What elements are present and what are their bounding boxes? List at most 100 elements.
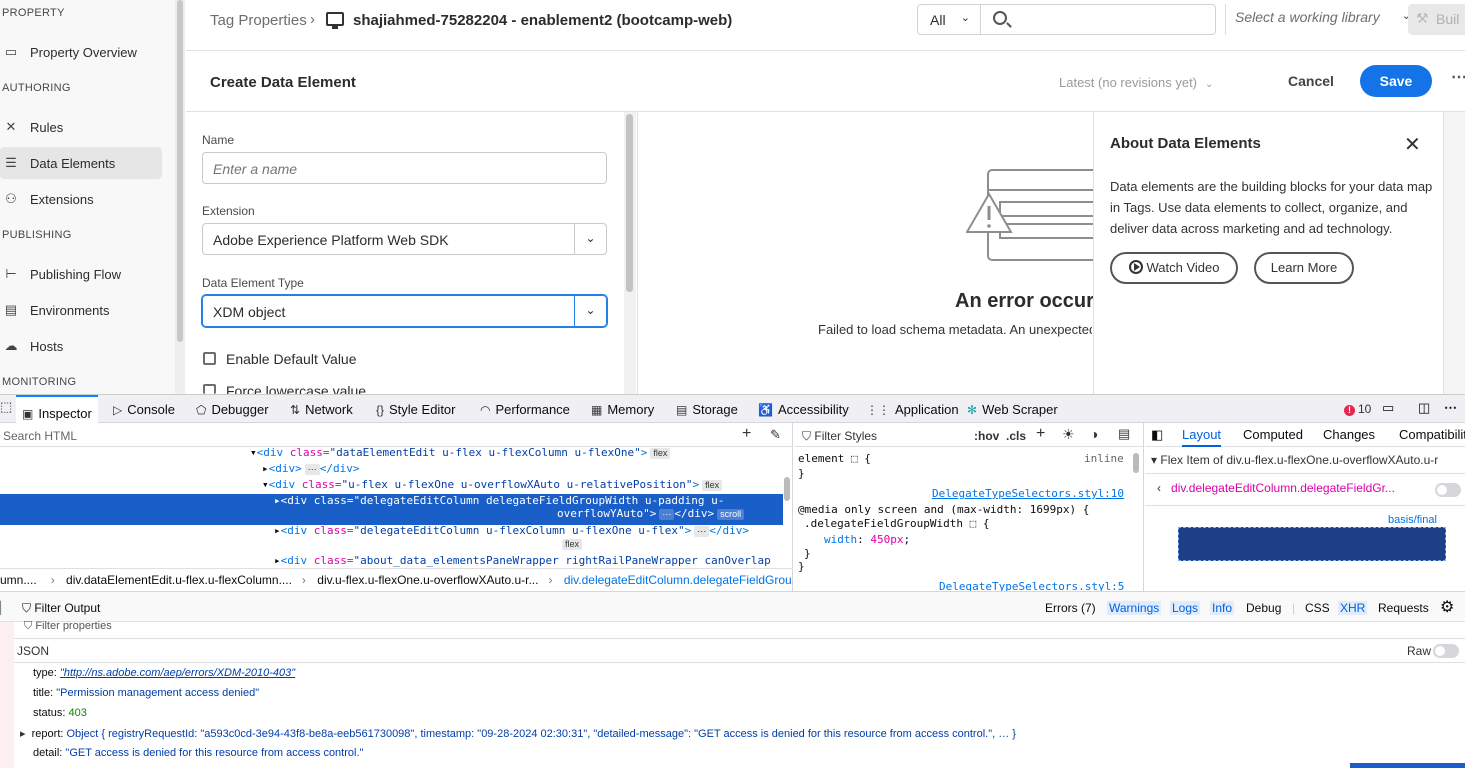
flex-badge[interactable]: flex — [562, 539, 583, 550]
collapsed-badge[interactable]: ⋯ — [304, 464, 320, 475]
json-row-type[interactable]: type: "http://ns.adobe.com/aep/errors/XD… — [33, 667, 295, 679]
scroll-badge[interactable]: scroll — [717, 509, 745, 520]
filter-output-input[interactable]: ⛉ Filter Output — [22, 601, 100, 616]
tab-accessibility[interactable]: ♿ Accessibility — [758, 402, 849, 417]
flex-badge[interactable]: flex — [702, 480, 723, 491]
form-scrollbar[interactable] — [624, 112, 636, 394]
tab-web-scraper[interactable]: ✻ Web Scraper — [967, 402, 1058, 417]
html-node[interactable]: ▸<div> ⋯ </div> — [0, 462, 783, 478]
tab-inspector[interactable]: ▣ Inspector — [16, 395, 98, 423]
filter-styles-input[interactable]: Filter Styles — [814, 429, 877, 443]
crumb-item[interactable]: umn.... — [0, 573, 37, 587]
crumb-item-selected[interactable]: div.delegateEditColumn.delegateFieldGrou… — [564, 573, 793, 587]
tab-storage[interactable]: ▤ Storage — [676, 402, 738, 417]
sidebar-toggle-icon[interactable]: ◧ — [1151, 427, 1163, 443]
stylesheet-link[interactable]: DelegateTypeSelectors.styl:10 — [932, 487, 1124, 500]
filter-logs[interactable]: Logs — [1170, 601, 1201, 615]
enable-default-checkbox[interactable] — [203, 352, 216, 365]
eyedropper-icon[interactable]: ✎ — [770, 427, 781, 443]
flex-item-header[interactable]: ▾ Flex Item of div.u-flex.u-flexOne.u-ov… — [1151, 453, 1438, 467]
html-node[interactable]: ▸<div class="about_data_elementsPaneWrap… — [0, 554, 783, 568]
expand-icon[interactable]: ▸ — [20, 728, 29, 740]
tab-changes[interactable]: Changes — [1323, 427, 1375, 442]
search-scope-select[interactable]: All ⌄ — [917, 4, 981, 35]
flex-item-selector[interactable]: ‹ div.delegateEditColumn.delegateFieldGr… — [1157, 481, 1395, 495]
learn-more-button[interactable]: Learn More — [1254, 252, 1354, 284]
extension-select[interactable]: Adobe Experience Platform Web SDK ⌄ — [202, 223, 607, 255]
json-tab[interactable]: JSON — [17, 644, 49, 658]
dark-theme-icon[interactable]: ◑ — [1090, 426, 1098, 442]
more-options-icon[interactable]: ⋯ — [1451, 67, 1465, 87]
html-node[interactable]: ▾<div class="u-flex u-flexOne u-overflow… — [0, 478, 783, 494]
json-row-status[interactable]: status: 403 — [33, 707, 87, 719]
breadcrumb-tag-properties[interactable]: Tag Properties — [210, 12, 307, 29]
print-icon[interactable]: ▤ — [1118, 426, 1130, 442]
save-button[interactable]: Save — [1360, 65, 1432, 97]
light-theme-icon[interactable]: ☀ — [1062, 426, 1075, 443]
add-node-icon[interactable]: + — [742, 425, 751, 443]
name-input[interactable]: Enter a name — [202, 152, 607, 184]
css-declaration[interactable]: width: 450px; — [824, 533, 910, 546]
gear-icon[interactable]: ⚙ — [1440, 597, 1454, 617]
search-input[interactable] — [980, 4, 1216, 35]
tab-layout[interactable]: Layout — [1182, 427, 1222, 447]
sidebar-item-rules[interactable]: ✕ Rules — [0, 111, 162, 143]
dock-icon[interactable]: ◫ — [1418, 400, 1430, 416]
cancel-button[interactable]: Cancel — [1288, 73, 1334, 89]
chevron-down-icon[interactable]: ⌄ — [574, 223, 606, 255]
filter-debug[interactable]: Debug — [1246, 601, 1281, 615]
hov-toggle[interactable]: :hov — [974, 429, 999, 443]
flex-badge[interactable]: flex — [650, 448, 671, 459]
filter-warnings[interactable]: Warnings — [1107, 601, 1162, 615]
json-row-title[interactable]: title: "Permission management access den… — [33, 687, 259, 699]
html-node-selected[interactable]: ▸<div class="delegateEditColumn delegate… — [0, 494, 783, 525]
crumb-item[interactable]: div.dataElementEdit.u-flex.u-flexColumn.… — [66, 573, 292, 587]
collapsed-badge[interactable]: ⋯ — [659, 509, 675, 520]
force-lowercase-checkbox[interactable] — [203, 384, 216, 394]
pick-element-icon[interactable]: ⬚ — [0, 399, 12, 415]
json-value-link[interactable]: "http://ns.adobe.com/aep/errors/XDM-2010… — [60, 667, 295, 679]
html-node[interactable]: ▾<div class="dataElementEdit u-flex u-fl… — [0, 446, 783, 462]
sidebar-item-data-elements[interactable]: ☰ Data Elements — [0, 147, 162, 179]
tab-application[interactable]: ⋮⋮ Application — [866, 402, 959, 417]
tab-memory[interactable]: ▦ Memory — [591, 402, 654, 417]
rules-scrollbar[interactable] — [1132, 451, 1140, 591]
raw-toggle[interactable] — [1433, 644, 1459, 658]
more-options-icon[interactable]: ⋯ — [1444, 400, 1457, 416]
filter-properties-input[interactable]: ⛉ Filter properties — [24, 620, 112, 633]
tab-debugger[interactable]: ⬠ Debugger — [196, 402, 269, 417]
close-icon[interactable]: ✕ — [1404, 132, 1421, 157]
split-console-icon[interactable]: ▭ — [1382, 400, 1394, 416]
sidebar-item-hosts[interactable]: ☁ Hosts — [0, 330, 162, 362]
tab-computed[interactable]: Computed — [1243, 427, 1303, 442]
filter-info[interactable]: Info — [1210, 601, 1235, 615]
trash-icon[interactable]: ▏ — [0, 601, 9, 615]
json-row-report[interactable]: ▸ report: Object { registryRequestId: "a… — [20, 727, 1016, 740]
tab-console[interactable]: ▷ Console — [113, 402, 175, 417]
tab-network[interactable]: ⇅ Network — [290, 402, 353, 417]
filter-xhr[interactable]: XHR — [1338, 601, 1368, 615]
html-scrollbar[interactable] — [782, 473, 792, 568]
chevron-down-icon[interactable]: ⌄ — [574, 295, 606, 327]
sidebar-item-environments[interactable]: ▤ Environments — [0, 294, 162, 326]
sidebar-scrollbar[interactable] — [175, 0, 185, 394]
html-node[interactable]: ▸<div class="delegateEditColumn u-flexCo… — [0, 524, 783, 552]
tab-performance[interactable]: ◠ Performance — [480, 402, 570, 417]
highlight-toggle[interactable] — [1435, 483, 1461, 497]
collapsed-badge[interactable]: ⋯ — [694, 526, 710, 537]
revision-select[interactable]: Latest (no revisions yet) ⌄ — [1059, 75, 1213, 90]
add-rule-icon[interactable]: + — [1036, 425, 1045, 443]
crumb-item[interactable]: div.u-flex.u-flexOne.u-overflowXAuto.u-r… — [317, 573, 538, 587]
filter-requests[interactable]: Requests — [1378, 601, 1429, 615]
json-row-detail[interactable]: detail: "GET access is denied for this r… — [33, 747, 363, 759]
build-button[interactable]: ⚒ Buil — [1408, 4, 1465, 35]
sidebar-item-publishing-flow[interactable]: ⊢ Publishing Flow — [0, 258, 162, 290]
tab-compatibility[interactable]: Compatibility — [1399, 427, 1465, 442]
working-library-select[interactable]: Select a working library ⌄ — [1235, 9, 1411, 25]
watch-video-button[interactable]: Watch Video — [1110, 252, 1238, 284]
sidebar-item-extensions[interactable]: ⚇ Extensions — [0, 183, 162, 215]
filter-css[interactable]: CSS — [1305, 601, 1330, 615]
sidebar-item-property-overview[interactable]: ▭ Property Overview — [0, 36, 162, 68]
cls-toggle[interactable]: .cls — [1006, 429, 1026, 443]
search-html-input[interactable]: Search HTML + ✎ — [0, 423, 793, 447]
